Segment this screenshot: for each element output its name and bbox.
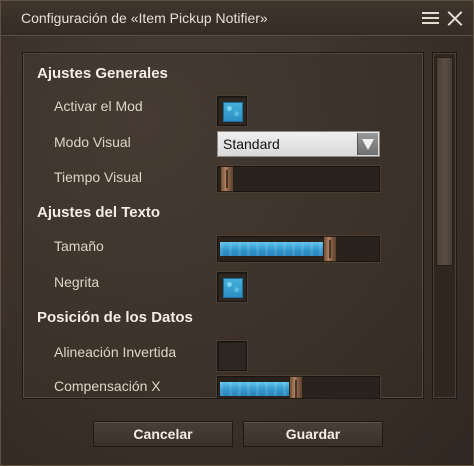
slider-handle[interactable] <box>289 376 303 398</box>
checkbox-check-fill <box>223 278 243 298</box>
bold-checkbox[interactable] <box>217 272 247 302</box>
enable-mod-checkbox[interactable] <box>217 96 247 126</box>
visual-time-label: Tiempo Visual <box>54 169 142 185</box>
section-position-heading: Posición de los Datos <box>37 309 193 326</box>
slider-handle[interactable] <box>323 236 337 262</box>
size-label: Tamaño <box>54 238 104 254</box>
title-bar: Configuración de «Item Pickup Notifier» <box>1 1 473 36</box>
window-title: Configuración de «Item Pickup Notifier» <box>21 10 268 26</box>
inverted-alignment-label: Alineación Invertida <box>54 344 177 360</box>
section-general-heading: Ajustes Generales <box>37 65 168 82</box>
dropdown-arrow-icon[interactable] <box>357 133 378 155</box>
visual-mode-select[interactable]: Standard <box>217 131 380 157</box>
menu-icon[interactable] <box>422 11 439 25</box>
save-button[interactable]: Guardar <box>243 421 383 447</box>
slider-fill <box>220 242 327 256</box>
slider-fill <box>220 382 293 396</box>
slider-handle[interactable] <box>220 166 234 192</box>
inverted-alignment-checkbox[interactable] <box>217 341 247 371</box>
config-window: Configuración de «Item Pickup Notifier» … <box>0 0 474 466</box>
scrollbar[interactable] <box>432 52 457 399</box>
size-slider[interactable] <box>217 236 380 262</box>
visual-time-slider[interactable] <box>217 166 380 192</box>
visual-mode-value: Standard <box>223 136 280 152</box>
section-text-heading: Ajustes del Texto <box>37 204 161 221</box>
scrollbar-thumb[interactable] <box>436 57 453 266</box>
visual-mode-label: Modo Visual <box>54 134 131 150</box>
offset-x-slider[interactable] <box>217 376 380 398</box>
offset-x-label: Compensación X <box>54 378 161 394</box>
close-icon[interactable] <box>447 10 464 27</box>
enable-mod-label: Activar el Mod <box>54 98 143 114</box>
checkbox-check-fill <box>223 102 243 122</box>
cancel-button[interactable]: Cancelar <box>93 421 233 447</box>
bold-label: Negrita <box>54 274 100 290</box>
settings-panel: Ajustes Generales Activar el Mod Modo Vi… <box>22 52 424 399</box>
